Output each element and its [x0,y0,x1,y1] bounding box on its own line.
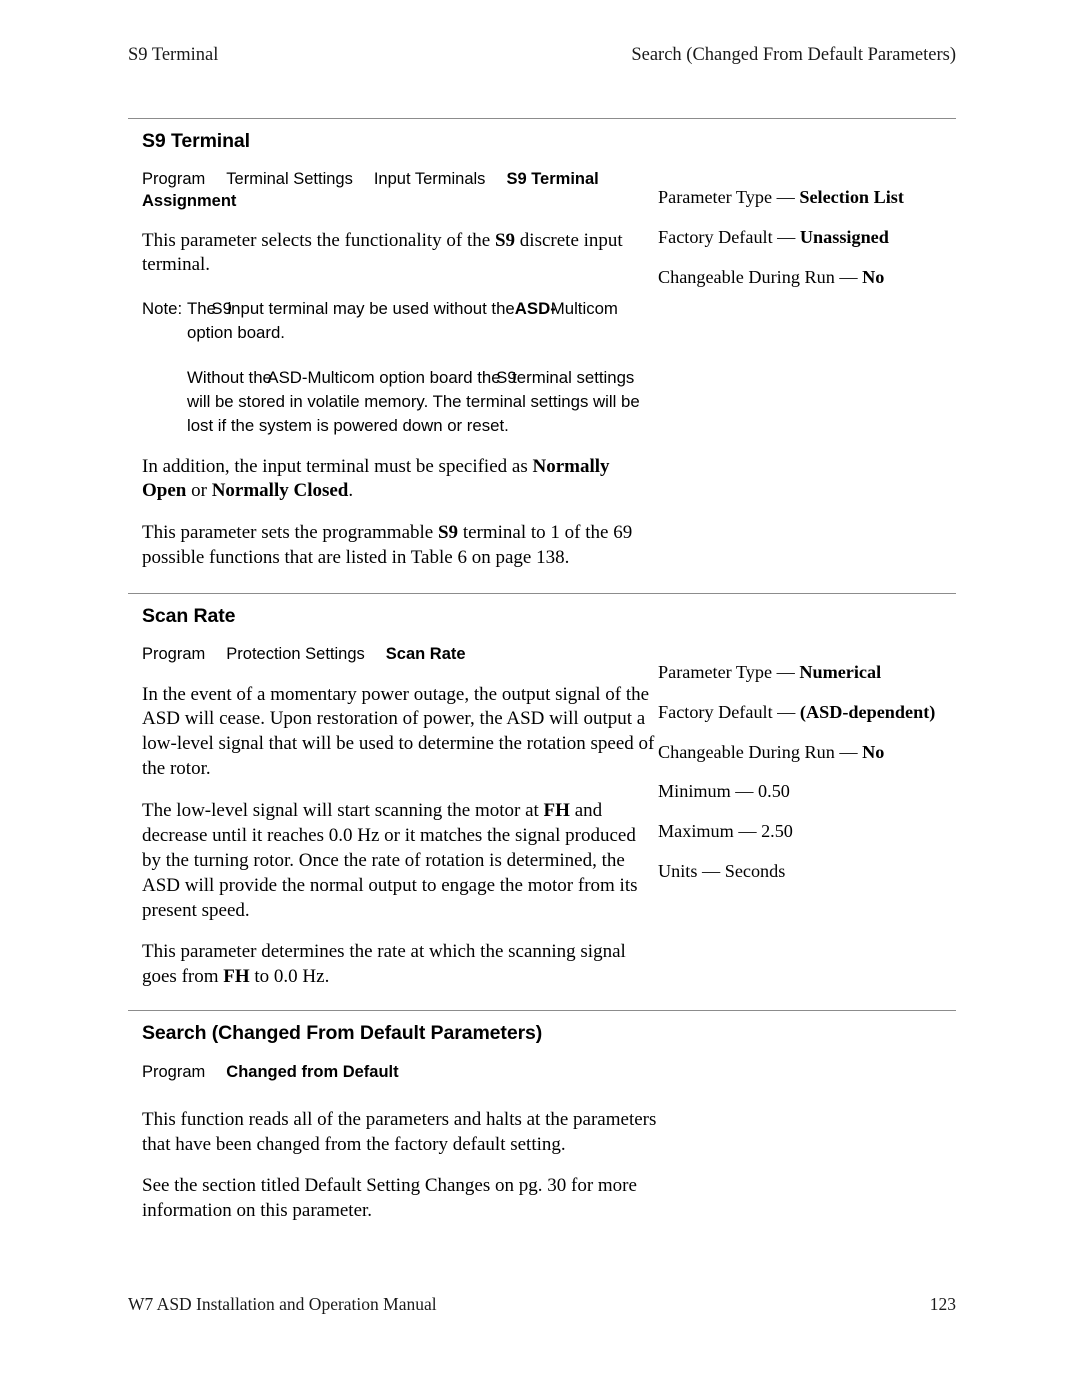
fact-factory-default: Factory Default — (ASD-dependent) [658,701,956,725]
fact-minimum: Minimum — 0.50 [658,780,956,804]
rate-pre: This parameter determines the rate at wh… [142,941,626,988]
section-heading: S9 Terminal [142,130,250,152]
section-main-column: Program Terminal Settings Input Terminals S… [128,153,658,571]
fact-value: 0.50 [758,781,790,802]
parameter-facts-column: Parameter Type — Numerical Factory Defau… [658,628,956,883]
fact-label: Changeable During Run — [658,266,863,287]
fact-label: Units — [658,860,725,881]
paragraph-intro: This parameter selects the functionality… [142,229,658,279]
rate-bold: FH [223,966,250,988]
normally-mid: or [186,480,212,502]
fact-value: Unassigned [799,227,889,248]
page-number: 123 [929,1294,956,1314]
fact-value: (ASD-dependent) [799,702,936,723]
functions-pre: This parameter sets the programmable [142,522,438,544]
section-s9-terminal: S9 Terminal Program Terminal Settings Inpu… [128,118,956,571]
normally-closed: Normally Closed [211,480,349,502]
intro-pre: This parameter selects the functionality… [142,229,495,251]
fact-parameter-type: Parameter Type — Numerical [658,661,956,685]
paragraph-normally: In addition, the input terminal must be … [142,455,658,505]
lowlevel-bold: FH [543,800,570,822]
note2-c: option board the [379,368,501,388]
note-label: Note: [142,299,183,319]
breadcrumb-item-input-terminals: Input Terminals [373,170,486,189]
parameter-facts: Parameter Type — Numerical Factory Defau… [658,661,956,883]
fact-label: Parameter Type — [658,187,800,208]
running-foot: W7 ASD Installation and Operation Manual… [128,1294,956,1316]
fact-changeable-during-run: Changeable During Run — No [658,741,956,765]
document-page: S9 Terminal Search (Changed From Default… [0,0,1080,1397]
fact-value: Selection List [799,187,904,208]
paragraph-lowlevel: The low-level signal will start scanning… [142,799,658,923]
section-body-band: Program Changed from Default This functio… [128,1046,956,1225]
functions-bold: S9 [437,522,459,544]
fact-value: No [862,741,885,762]
paragraph-functions: This parameter sets the programmable S9 … [142,521,658,571]
section-rule [128,593,956,595]
paragraph-function-reads: This function reads all of the parameter… [142,1108,657,1155]
fact-label: Parameter Type — [658,662,800,683]
breadcrumb: Program Changed from Default [142,1062,658,1083]
rate-post: to 0.0 Hz. [249,966,330,988]
fact-label: Minimum — [658,781,759,802]
section-scan-rate: Scan Rate Program Protection Settings Scan… [128,593,956,990]
normally-pre: In addition, the input terminal must be … [142,455,533,477]
breadcrumb-item-protection-settings: Protection Settings [226,645,365,664]
note2-e: terminal [512,368,572,388]
section-main-column: Program Changed from Default This functio… [128,1046,658,1225]
section-body-band: Program Terminal Settings Input Terminals S… [128,153,956,571]
fact-units: Units — Seconds [658,860,956,884]
fact-factory-default: Factory Default — Unassigned [658,226,956,250]
breadcrumb-item-current: Scan Rate [385,645,466,664]
section-heading: Scan Rate [142,605,236,628]
fact-maximum: Maximum — 2.50 [658,820,956,844]
section-heading: Search (Changed From Default Parameters) [142,1022,543,1045]
intro-bold: S9 [494,229,516,251]
breadcrumb-item-program: Program [142,645,206,664]
fact-parameter-type: Parameter Type — Selection List [658,186,956,210]
breadcrumb: Program Protection Settings Scan Rate [142,644,658,665]
breadcrumb-item-program: Program [142,1062,206,1081]
page-content: S9 Terminal Program Terminal Settings Inpu… [128,118,956,1224]
note2-b: ASD-Multicom [267,368,375,388]
parameter-facts-column: Parameter Type — Selection List Factory … [658,153,956,289]
fact-label: Factory Default — [658,702,800,723]
section-search-changed-from-default: Search (Changed From Default Parameters)… [128,1010,956,1224]
normally-post: . [348,480,354,502]
section-rule [128,1010,956,1012]
running-foot-left: W7 ASD Installation and Operation Manual [128,1294,437,1314]
lowlevel-pre: The low-level signal will start scanning… [142,800,544,822]
section-body-band: Program Protection Settings Scan Rate In t… [128,628,956,990]
note-paragraph-2: Without theASD-Multicom option board the… [187,366,658,438]
breadcrumb-item-current: Changed from Default [226,1062,399,1081]
breadcrumb-item-current: S9 Terminal Assignment [142,170,599,210]
fact-value: Seconds [724,860,786,881]
running-head-left: S9 Terminal [128,45,219,65]
section-rule [128,118,956,119]
fact-changeable-during-run: Changeable During Run — No [658,266,956,290]
running-head: S9 Terminal Search (Changed From Default… [128,44,956,67]
fact-label: Changeable During Run — [658,741,863,762]
paragraph-rate: This parameter determines the rate at wh… [142,940,658,990]
section-main-column: Program Protection Settings Scan Rate In t… [128,628,658,990]
note-paragraph-1: TheS9input terminal may be used without … [187,299,618,343]
fact-label: Maximum — [658,821,762,842]
running-head-right: Search (Changed From Default Parameters) [631,45,956,65]
note2-a: Without the [187,368,272,388]
parameter-facts: Parameter Type — Selection List Factory … [658,186,956,289]
fact-value: 2.50 [761,821,793,842]
paragraph-see-section: See the section titled Default Setting C… [142,1175,637,1222]
breadcrumb: Program Terminal Settings Input Terminals S… [142,169,658,211]
breadcrumb-item-program: Program [142,170,206,189]
note-block: Note: TheS9input terminal may be used wi… [142,297,658,438]
paragraph-outage: In the event of a momentary power outage… [142,683,655,780]
fact-value: Numerical [799,662,882,683]
parameter-facts-column-empty [658,1046,956,1079]
breadcrumb-item-terminal-settings: Terminal Settings [226,170,353,189]
fact-label: Factory Default — [658,227,800,248]
note1-c: input terminal may be used without the [227,299,515,319]
fact-value: No [862,266,885,287]
